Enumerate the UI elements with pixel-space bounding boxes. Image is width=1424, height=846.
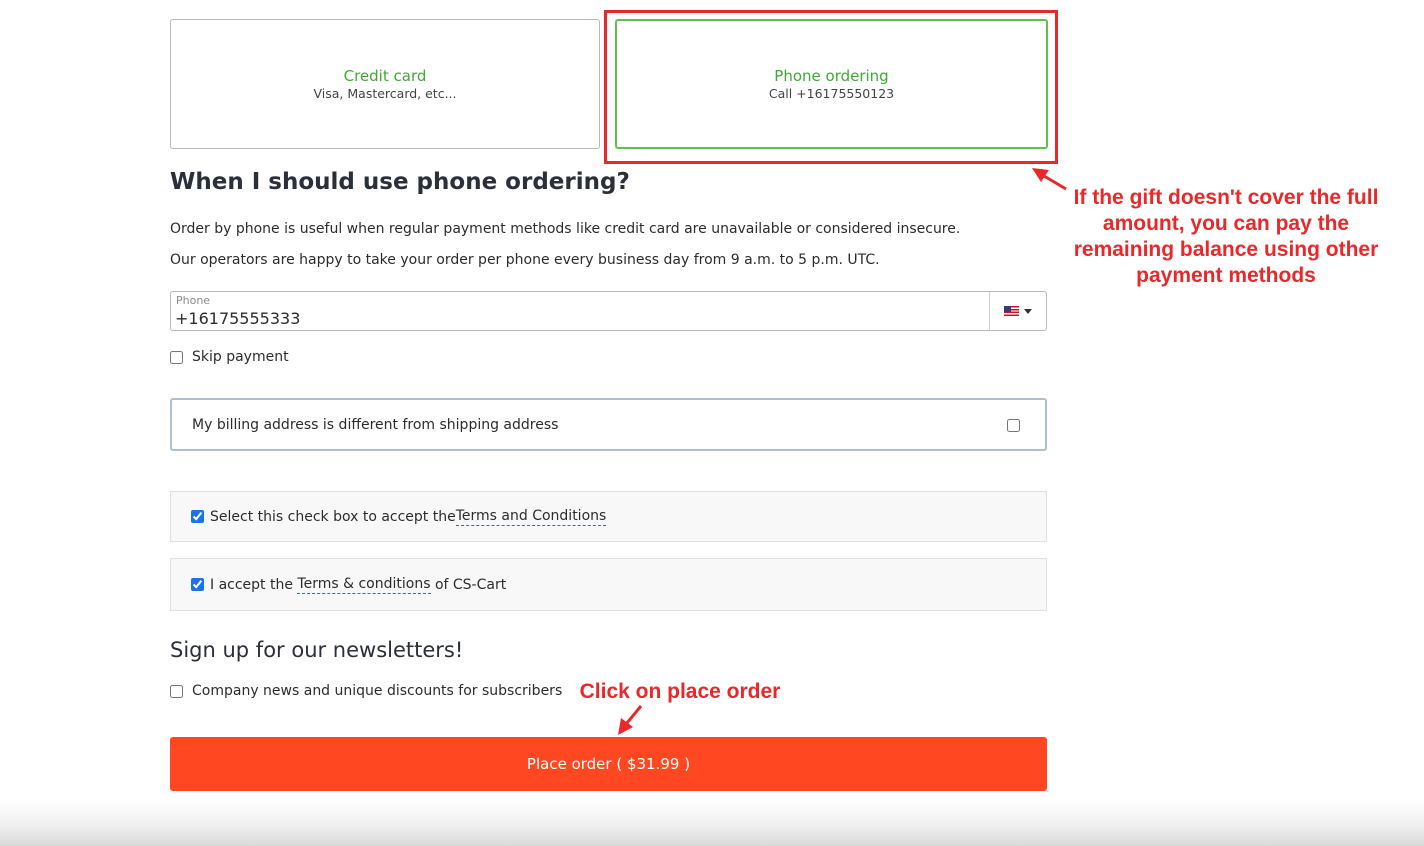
description-paragraph: Our operators are happy to take your ord… [170,252,880,268]
phone-label: Phone [176,294,211,307]
terms-text: I accept the [210,576,298,593]
caret-down-icon [1024,308,1032,314]
phone-field-group: Phone [170,291,1047,331]
annotation-click-note: Click on place order [579,680,781,703]
terms-checkbox[interactable] [191,510,204,523]
newsletter-title: Sign up for our newsletters! [170,638,464,662]
phone-field: Phone [171,292,990,330]
payment-option-subtitle: Call +16175550123 [768,86,895,101]
description-paragraph: Order by phone is useful when regular pa… [170,221,961,237]
payment-option-phone-ordering[interactable]: Phone ordering Call +16175550123 [615,19,1048,149]
newsletter-label: Company news and unique discounts for su… [192,683,563,699]
bottom-shadow-bar [0,800,1424,846]
terms-acceptance-row: Select this check box to accept the Term… [170,491,1047,542]
payment-option-title: Phone ordering [774,67,889,85]
skip-payment-label: Skip payment [192,349,289,365]
phone-input[interactable] [175,308,975,328]
newsletter-option[interactable]: Company news and unique discounts for su… [170,682,562,700]
newsletter-checkbox[interactable] [170,684,183,698]
payment-option-credit-card[interactable]: Credit card Visa, Mastercard, etc... [170,19,600,149]
cs-cart-terms-row: I accept the Terms & conditions of CS-Ca… [170,558,1047,611]
billing-address-toggle[interactable]: My billing address is different from shi… [170,398,1047,451]
billing-address-label: My billing address is different from shi… [192,417,559,433]
terms-text: Select this check box to accept the [210,508,456,525]
annotation-gift-note: If the gift doesn't cover the full amoun… [1073,186,1379,287]
cs-cart-terms-checkbox[interactable] [191,578,204,591]
payment-option-title: Credit card [343,67,427,85]
terms-link[interactable]: Terms and Conditions [455,507,607,526]
terms-link[interactable]: Terms & conditions [297,575,431,594]
section-title: When I should use phone ordering? [170,169,630,195]
annotation-arrow-button [618,705,643,735]
terms-text-after: of CS-Cart [430,576,507,593]
us-flag-icon [1004,306,1019,316]
country-selector[interactable] [990,292,1046,330]
skip-payment-option[interactable]: Skip payment [170,348,289,366]
place-order-button[interactable]: Place order ( $31.99 ) [170,737,1047,791]
payment-option-subtitle: Visa, Mastercard, etc... [313,86,457,101]
billing-address-checkbox[interactable] [1007,419,1020,432]
skip-payment-checkbox[interactable] [170,350,183,364]
